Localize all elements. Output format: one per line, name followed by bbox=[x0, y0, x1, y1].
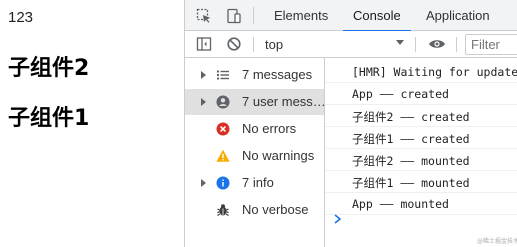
console-message: 子组件2 —— mounted bbox=[325, 149, 517, 171]
sidebar-item-info[interactable]: 7 info bbox=[185, 170, 324, 196]
eye-icon[interactable] bbox=[426, 33, 448, 55]
console-message: 子组件1 —— created bbox=[325, 127, 517, 149]
sidebar-item-label: 7 info bbox=[242, 175, 274, 190]
sidebar-item-warnings[interactable]: No warnings bbox=[185, 143, 324, 169]
filter-input[interactable] bbox=[465, 34, 517, 55]
context-selector[interactable]: top bbox=[265, 37, 283, 52]
list-icon bbox=[216, 68, 230, 82]
sidebar-item-label: No warnings bbox=[242, 148, 315, 163]
console-message: 子组件1 —— mounted bbox=[325, 171, 517, 193]
console-messages: [HMR] Waiting for update App —— created … bbox=[325, 58, 517, 247]
console-message: App —— created bbox=[325, 83, 517, 105]
user-icon bbox=[216, 95, 230, 109]
sidebar-item-user-messages[interactable]: 7 user mess… bbox=[185, 89, 324, 115]
sidebar-item-label: No errors bbox=[242, 121, 297, 136]
sidebar-item-errors[interactable]: No errors bbox=[185, 116, 324, 142]
toolbar-separator bbox=[415, 37, 416, 52]
expand-arrow-icon[interactable] bbox=[201, 179, 206, 187]
app-page: 123 子组件2 子组件1 bbox=[0, 0, 184, 247]
console-message: App —— mounted bbox=[325, 193, 517, 215]
sidebar-item-messages[interactable]: 7 messages bbox=[185, 62, 324, 88]
toolbar-separator bbox=[456, 37, 457, 52]
console-prompt-icon[interactable] bbox=[333, 210, 343, 224]
counter-text: 123 bbox=[8, 9, 34, 26]
info-icon bbox=[216, 176, 230, 190]
tab-application[interactable]: Application bbox=[426, 0, 490, 31]
console-message: 子组件2 —— created bbox=[325, 105, 517, 127]
show-sidebar-icon[interactable] bbox=[193, 33, 215, 55]
inspect-element-icon[interactable] bbox=[193, 5, 215, 27]
tab-console[interactable]: Console bbox=[343, 0, 411, 32]
devtools-panel: Elements Console Application top 7 messa… bbox=[184, 0, 517, 247]
child-component-2-heading: 子组件2 bbox=[8, 56, 90, 81]
toolbar-separator bbox=[253, 37, 254, 52]
expand-arrow-icon[interactable] bbox=[201, 71, 206, 79]
clear-console-icon[interactable] bbox=[223, 33, 245, 55]
console-sidebar: 7 messages 7 user mess… No errors No war… bbox=[185, 58, 325, 247]
tabbar-separator bbox=[253, 7, 254, 24]
bug-icon bbox=[216, 203, 230, 217]
devtools-tabbar: Elements Console Application bbox=[185, 0, 517, 32]
sidebar-item-verbose[interactable]: No verbose bbox=[185, 197, 324, 223]
watermark: @稀土掘金技术社区 bbox=[477, 238, 517, 245]
sidebar-item-label: 7 messages bbox=[242, 67, 313, 82]
sidebar-item-label: No verbose bbox=[242, 202, 309, 217]
expand-arrow-icon[interactable] bbox=[201, 98, 206, 106]
warning-icon bbox=[216, 149, 230, 163]
device-toolbar-icon[interactable] bbox=[223, 5, 245, 27]
console-toolbar: top bbox=[185, 31, 517, 58]
console-message: [HMR] Waiting for update bbox=[325, 61, 517, 83]
sidebar-item-label: 7 user mess… bbox=[242, 94, 324, 109]
chevron-down-icon[interactable] bbox=[396, 40, 404, 45]
tab-elements[interactable]: Elements bbox=[274, 0, 328, 31]
error-icon bbox=[216, 122, 230, 136]
child-component-1-heading: 子组件1 bbox=[8, 106, 90, 131]
